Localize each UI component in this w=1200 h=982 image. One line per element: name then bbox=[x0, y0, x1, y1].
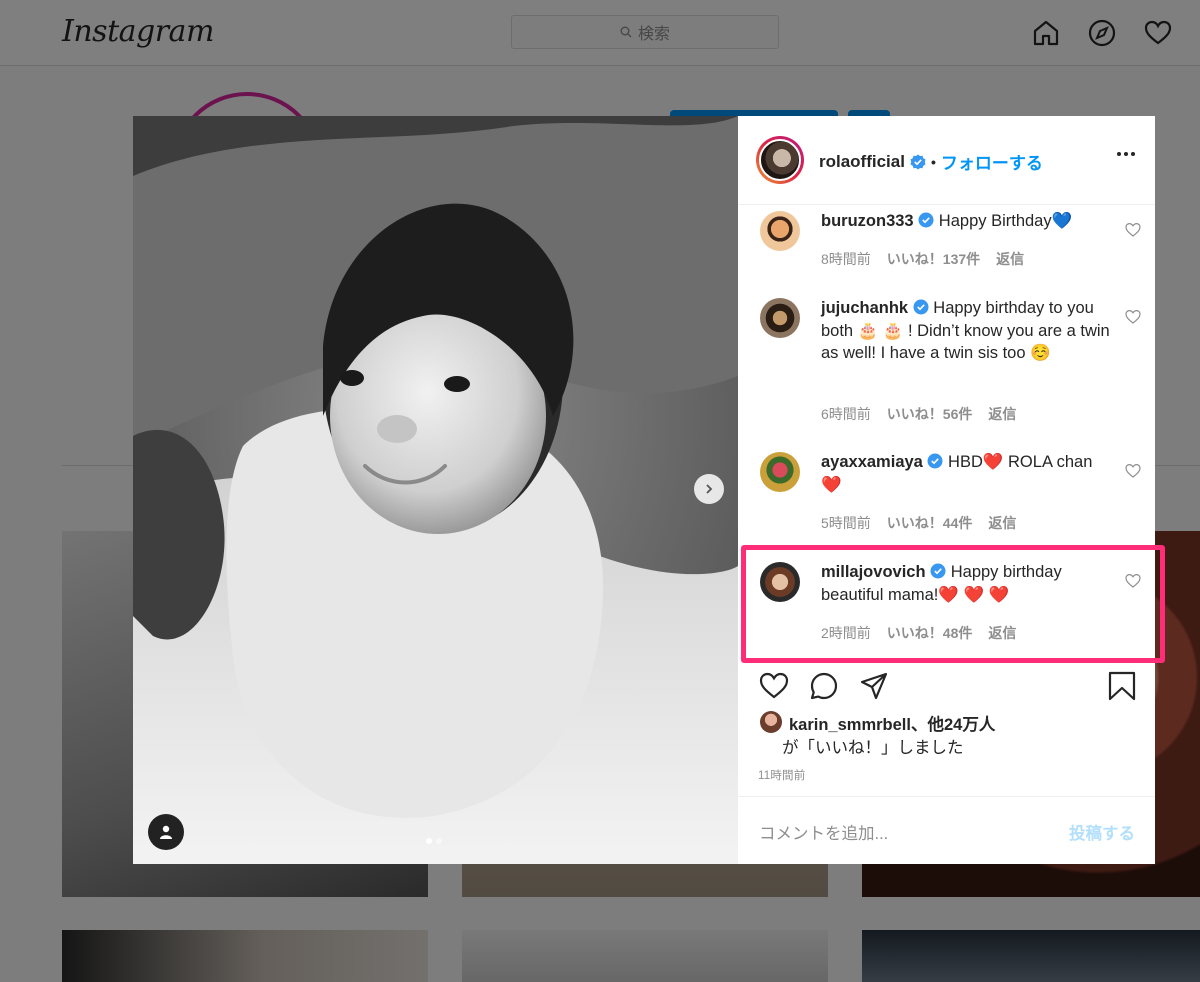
poster-username[interactable]: rolaofficial bbox=[819, 152, 905, 172]
comment-likes[interactable]: いいね！137件 bbox=[887, 249, 980, 269]
save-bookmark-icon[interactable] bbox=[1106, 670, 1138, 702]
reply-button[interactable]: 返信 bbox=[988, 513, 1016, 533]
post-timestamp[interactable]: 11時間前 bbox=[758, 767, 805, 783]
comment-time: 5時間前 bbox=[821, 515, 871, 531]
carousel-indicator bbox=[426, 838, 442, 844]
share-paper-plane-icon[interactable] bbox=[858, 670, 890, 702]
tagged-users-button[interactable] bbox=[148, 814, 184, 850]
comment-input[interactable]: コメントを追加... bbox=[759, 820, 888, 844]
comment-likes[interactable]: いいね！56件 bbox=[887, 404, 973, 424]
commenter-avatar[interactable] bbox=[760, 452, 800, 492]
comment-text: Happy Birthday💙 bbox=[938, 212, 1073, 230]
comment-time: 6時間前 bbox=[821, 406, 871, 422]
liker-avatar[interactable] bbox=[760, 711, 782, 733]
post-sidebar: rolaofficial • フォローする buruzon333 Happy B… bbox=[738, 116, 1155, 864]
comment-likes[interactable]: いいね！44件 bbox=[887, 513, 973, 533]
next-photo-button[interactable] bbox=[694, 474, 724, 504]
comment-bubble-icon[interactable] bbox=[808, 670, 840, 702]
chevron-right-icon bbox=[706, 484, 713, 494]
like-heart-icon[interactable] bbox=[758, 670, 790, 702]
post-action-bar bbox=[738, 670, 1155, 710]
highlight-annotation-box bbox=[741, 545, 1165, 663]
carousel-dot bbox=[436, 838, 442, 844]
post-header: rolaofficial • フォローする bbox=[738, 116, 1155, 205]
comment-like-heart-icon[interactable] bbox=[1125, 222, 1141, 238]
commenter-username[interactable]: jujuchanhk bbox=[821, 299, 908, 317]
comment-form: コメントを追加... 投稿する bbox=[738, 796, 1155, 864]
liked-by-suffix: が「いいね！」しました bbox=[782, 739, 964, 757]
commenter-username[interactable]: ayaxxamiaya bbox=[821, 453, 923, 471]
commenter-username[interactable]: buruzon333 bbox=[821, 212, 914, 230]
more-options-icon[interactable] bbox=[1117, 152, 1135, 156]
comment-time: 8時間前 bbox=[821, 251, 871, 267]
user-icon bbox=[160, 825, 172, 839]
follow-button[interactable]: フォローする bbox=[941, 149, 1043, 174]
carousel-dot-active bbox=[426, 838, 432, 844]
post-photo[interactable] bbox=[133, 116, 738, 864]
liked-by-user[interactable]: karin_smmrbell、他24万人 bbox=[789, 711, 995, 735]
commenter-avatar[interactable] bbox=[760, 211, 800, 251]
commenter-avatar[interactable] bbox=[760, 298, 800, 338]
reply-button[interactable]: 返信 bbox=[988, 404, 1016, 424]
separator-dot: • bbox=[930, 153, 936, 170]
comment-like-heart-icon[interactable] bbox=[1125, 463, 1141, 479]
verified-badge-icon bbox=[918, 212, 934, 228]
comment-like-heart-icon[interactable] bbox=[1125, 309, 1141, 325]
verified-badge-icon bbox=[910, 154, 926, 170]
poster-avatar[interactable] bbox=[756, 136, 804, 184]
post-comment-button[interactable]: 投稿する bbox=[1069, 820, 1135, 844]
verified-badge-icon bbox=[913, 299, 929, 315]
reply-button[interactable]: 返信 bbox=[996, 249, 1024, 269]
verified-badge-icon bbox=[927, 453, 943, 469]
